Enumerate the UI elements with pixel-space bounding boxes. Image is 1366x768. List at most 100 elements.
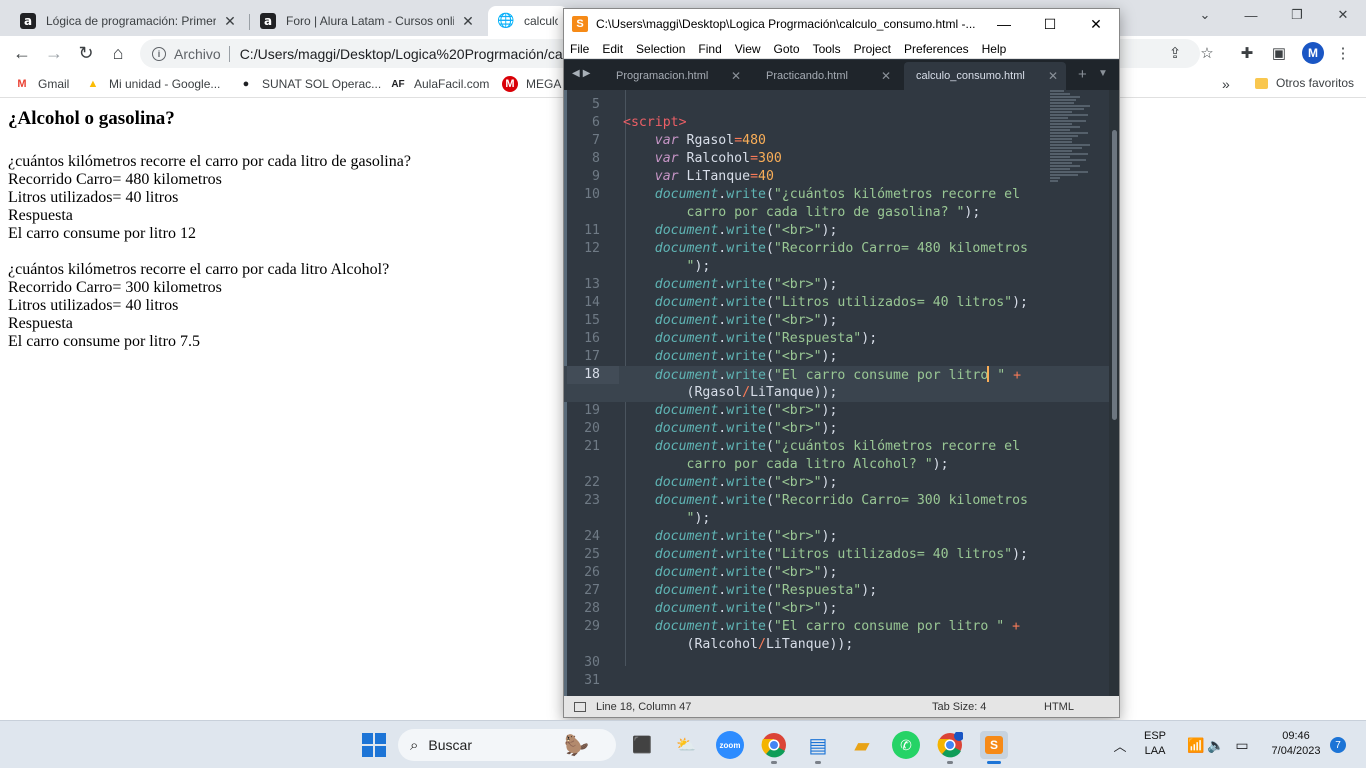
chevron-up-icon[interactable]: ︿ (1106, 731, 1134, 759)
folder-icon (1255, 77, 1268, 89)
panel-toggle-icon[interactable] (574, 702, 586, 712)
code-line: 24 document.write("<br>"); (564, 528, 1109, 546)
browser-tab-calculo[interactable]: 🌐 calculo_ (488, 6, 568, 36)
menu-help[interactable]: Help (982, 42, 1007, 56)
notepad-icon[interactable]: ▤ (804, 731, 832, 759)
close-window-button[interactable]: ✕ (1073, 9, 1119, 39)
editor-title-bar[interactable]: S C:\Users\maggi\Desktop\Logica Progrmac… (564, 9, 1119, 39)
menu-project[interactable]: Project (854, 42, 891, 56)
menu-preferences[interactable]: Preferences (904, 42, 969, 56)
minimap-line (1050, 105, 1090, 107)
forward-icon[interactable]: → (42, 41, 66, 65)
scrollbar-thumb[interactable] (1112, 130, 1117, 420)
bookmark-sunat[interactable]: ● SUNAT SOL Operac... (238, 76, 381, 92)
address-url[interactable]: C:/Users/maggi/Desktop/Logica%20Progrmac… (240, 46, 563, 62)
string-literal: carro por cada litro Alcohol? " (686, 457, 933, 472)
close-icon[interactable]: ✕ (460, 13, 476, 30)
editor-tab-programacion[interactable]: Programacion.html ✕ (604, 62, 749, 90)
start-button[interactable] (360, 731, 388, 759)
clock[interactable]: 09:46 7/04/2023 (1264, 729, 1328, 759)
side-panel-icon[interactable]: ▣ (1270, 44, 1288, 62)
search-highlight-icon: 🦫 (564, 735, 589, 757)
taskbar-search[interactable]: ⌕ Buscar 🦫 (398, 729, 616, 761)
battery-icon[interactable]: ▭ (1228, 731, 1256, 759)
menu-tools[interactable]: Tools (813, 42, 841, 56)
line-number: 5 (592, 97, 600, 112)
code-line: 12 document.write("Recorrido Carro= 480 … (564, 240, 1109, 258)
sublime-text-taskbar-icon[interactable]: S (980, 731, 1008, 759)
extensions-icon[interactable]: ✚ (1238, 44, 1256, 62)
file-explorer-icon[interactable]: ▰ (848, 731, 876, 759)
bookmark-label: Otros favoritos (1276, 76, 1355, 90)
string-literal: "<br>" (773, 349, 822, 364)
bookmark-gmail[interactable]: M Gmail (14, 76, 69, 92)
chrome-icon[interactable] (760, 731, 788, 759)
tab-scroll-arrows-icon[interactable]: ◀▶ (572, 68, 593, 79)
browser-tab-logica[interactable]: a Lógica de programación: Primerc ✕ (10, 6, 248, 36)
notification-badge[interactable]: 7 (1330, 737, 1346, 753)
menu-view[interactable]: View (735, 42, 761, 56)
browser-tab-foro[interactable]: a Foro | Alura Latam - Cursos onlin ✕ (250, 6, 486, 36)
editor-scrollbar[interactable] (1109, 90, 1119, 696)
minimap-line (1050, 180, 1058, 182)
volume-icon[interactable]: 🔈 (1202, 731, 1230, 759)
maximize-button[interactable]: ☐ (1027, 9, 1073, 39)
minimap-line (1050, 90, 1064, 92)
bookmark-aulafacil[interactable]: AF AulaFacil.com (390, 76, 489, 92)
editor-tab-practicando[interactable]: Practicando.html ✕ (754, 62, 899, 90)
restore-button[interactable]: ❐ (1274, 0, 1320, 30)
menu-selection[interactable]: Selection (636, 42, 685, 56)
zoom-icon[interactable]: zoom (716, 731, 744, 759)
task-view-icon[interactable]: ⬛ (628, 731, 656, 759)
info-icon[interactable]: i (152, 46, 166, 61)
close-icon[interactable]: ✕ (731, 69, 741, 83)
widgets-icon[interactable]: ⛅ (672, 731, 700, 759)
clock-date: 7/04/2023 (1271, 745, 1321, 757)
share-icon[interactable]: ⇪ (1166, 44, 1184, 62)
home-icon[interactable]: ⌂ (106, 41, 130, 65)
minimap-line (1050, 108, 1084, 110)
back-icon[interactable]: ← (10, 41, 34, 65)
language-indicator[interactable]: ESP LAA (1144, 729, 1166, 759)
string-literal: "Recorrido Carro= 300 kilometros (773, 493, 1028, 508)
minimap[interactable] (1050, 90, 1110, 190)
chevron-down-icon[interactable]: ▼ (1098, 68, 1108, 79)
editor-tab-calculo-consumo[interactable]: calculo_consumo.html ✕ (904, 62, 1066, 90)
reload-icon[interactable]: ↻ (74, 41, 98, 65)
more-bookmarks-button[interactable]: » (1222, 76, 1230, 92)
minimize-button[interactable]: — (1228, 0, 1274, 30)
new-tab-icon[interactable]: + (1078, 66, 1087, 83)
minimap-line (1050, 96, 1080, 98)
chevron-down-icon[interactable]: ⌄ (1182, 0, 1228, 30)
bookmark-mega[interactable]: M MEGA (502, 76, 561, 92)
chrome-profile-icon[interactable] (936, 731, 964, 759)
tab-size-selector[interactable]: Tab Size: 4 (932, 701, 1044, 713)
code-editor[interactable]: 5 6 <script> 7 var Rgasol=480 8 var Ralco… (564, 90, 1109, 696)
var-value: 40 (758, 169, 774, 184)
current-code-line: 18 document.write("El carro consume por … (564, 366, 1109, 384)
bookmark-label: AulaFacil.com (414, 77, 490, 91)
other-bookmarks-folder[interactable]: Otros favoritos (1255, 76, 1354, 90)
close-icon[interactable]: ✕ (1048, 69, 1058, 83)
star-icon[interactable]: ☆ (1198, 44, 1216, 62)
menu-goto[interactable]: Goto (774, 42, 800, 56)
line-number: 6 (592, 115, 600, 130)
code-area[interactable]: 5 6 <script> 7 var Rgasol=480 8 var Ralco… (564, 90, 1109, 690)
menu-file[interactable]: File (570, 42, 589, 56)
syntax-selector[interactable]: HTML (1044, 701, 1074, 713)
menu-edit[interactable]: Edit (602, 42, 623, 56)
close-icon[interactable]: ✕ (222, 13, 238, 30)
close-window-button[interactable]: ✕ (1320, 0, 1366, 30)
line-number: 9 (592, 169, 600, 184)
menu-kebab-icon[interactable]: ⋮ (1334, 44, 1352, 62)
bookmark-google-drive[interactable]: ▲ Mi unidad - Google... (85, 76, 221, 92)
menu-find[interactable]: Find (698, 42, 721, 56)
running-indicator (771, 761, 777, 764)
minimize-button[interactable]: — (981, 9, 1027, 39)
close-icon[interactable]: ✕ (881, 69, 891, 83)
whatsapp-icon[interactable]: ✆ (892, 731, 920, 759)
bookmark-label: Gmail (38, 77, 70, 91)
page-heading: ¿Alcohol o gasolina? (8, 108, 175, 129)
line-number: 27 (584, 583, 600, 598)
avatar[interactable]: M (1302, 42, 1324, 64)
